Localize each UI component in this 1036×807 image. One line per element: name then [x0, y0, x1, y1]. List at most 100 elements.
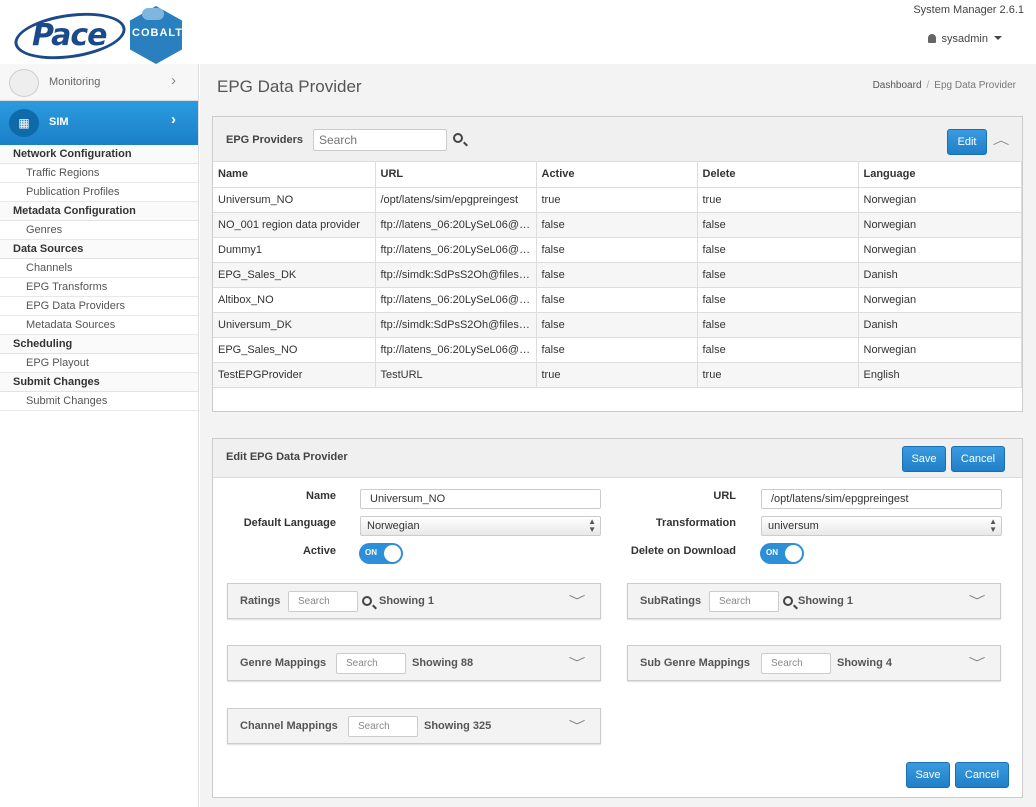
table-cell: Norwegian — [858, 287, 1022, 313]
table-cell: true — [697, 187, 859, 213]
table-row[interactable]: Universum_NO/opt/latens/sim/epgpreingest… — [213, 187, 1022, 213]
column-header[interactable]: Name — [213, 162, 376, 188]
table-row[interactable]: EPG_Sales_DK ftp://simdk:SdPsS2Oh@filesh.… — [213, 262, 1022, 288]
sidebar-item-epg-data-providers[interactable]: EPG Data Providers — [0, 297, 198, 316]
providers-header: EPG Providers Edit ︿ — [213, 117, 1022, 162]
table-cell: EPG_Sales_NO — [213, 337, 376, 363]
column-header[interactable]: Active — [536, 162, 698, 188]
table-cell: EPG_Sales_DK — [213, 262, 376, 288]
genre-count: Showing 88 — [412, 657, 474, 669]
nav-monitoring[interactable]: Monitoring › — [0, 64, 198, 101]
column-header[interactable]: Language — [858, 162, 1022, 188]
user-menu[interactable]: sysadmin — [927, 33, 1002, 45]
transformation-label: Transformation — [655, 517, 736, 529]
table-cell: false — [697, 287, 859, 313]
table-cell: Danish — [858, 312, 1022, 338]
genre-mappings-accordion[interactable]: Genre Mappings Search Showing 88 ﹀ — [227, 645, 601, 681]
table-cell: false — [536, 237, 698, 263]
edit-button[interactable]: Edit — [947, 129, 987, 155]
edit-header: Edit EPG Data Provider Save Cancel — [213, 439, 1022, 478]
table-row[interactable]: EPG_Sales_NO ftp://latens_06:20LySeL06@fi… — [213, 337, 1022, 363]
table-cell: Universum_DK — [213, 312, 376, 338]
header: Pace COBALT System Manager 2.6.1 sysadmi… — [0, 0, 1036, 66]
subgenre-search-input[interactable]: Search — [761, 653, 831, 674]
transformation-select[interactable]: universum ▲ ▼ — [761, 516, 1002, 536]
edit-title: Edit EPG Data Provider — [226, 451, 348, 463]
table-cell: NO_001 region data provider — [213, 212, 376, 238]
url-field[interactable]: /opt/latens/sim/epgpreingest — [761, 489, 1002, 509]
table-row[interactable]: NO_001 region data provider ftp://latens_… — [213, 212, 1022, 238]
sidebar-item-metadata-sources[interactable]: Metadata Sources — [0, 316, 198, 335]
table-row[interactable]: Altibox_NO ftp://latens_06:20LySeL06@fil.… — [213, 287, 1022, 313]
table-row[interactable]: Universum_DK ftp://simdk:SdPsS2Oh@filesh.… — [213, 312, 1022, 338]
sub-genre-mappings-accordion[interactable]: Sub Genre Mappings Search Showing 4 ﹀ — [627, 645, 1001, 681]
search-icon — [783, 596, 793, 606]
table-cell: ftp://latens_06:20LySeL06@fil... — [375, 287, 537, 313]
username: sysadmin — [941, 33, 988, 45]
sidebar-item-submit-changes[interactable]: Submit Changes — [0, 392, 198, 411]
ratings-accordion[interactable]: Ratings Search Showing 1 ﹀ — [227, 583, 601, 619]
save-button-bottom[interactable]: Save — [906, 762, 950, 788]
active-toggle-text: ON — [365, 548, 377, 557]
chevron-down-icon: ﹀ — [568, 656, 586, 670]
sidebar-item-epg-playout[interactable]: EPG Playout — [0, 354, 198, 373]
chevron-up-icon[interactable]: ︿ — [993, 131, 1010, 148]
table-cell: false — [536, 337, 698, 363]
subratings-accordion[interactable]: SubRatings Search Showing 1 ﹀ — [627, 583, 1001, 619]
chevron-right-icon: › — [171, 111, 176, 128]
cancel-button-bottom[interactable]: Cancel — [955, 762, 1009, 788]
column-header[interactable]: Delete — [697, 162, 859, 188]
channel-count: Showing 325 — [424, 720, 492, 732]
active-label: Active — [302, 545, 336, 557]
table-cell: false — [697, 312, 859, 338]
grid-icon: ▦ — [9, 109, 39, 137]
active-toggle[interactable]: ON — [359, 543, 403, 564]
column-header[interactable]: URL — [375, 162, 537, 188]
nav-sim[interactable]: ▦ SIM › — [0, 101, 198, 145]
search-icon[interactable] — [453, 133, 463, 143]
table-cell: ftp://simdk:SdPsS2Oh@filesh... — [375, 312, 537, 338]
ratings-search-input[interactable]: Search — [288, 591, 358, 612]
chevron-down-icon: ﹀ — [968, 594, 986, 608]
table-cell: true — [697, 362, 859, 388]
table-cell: false — [536, 287, 698, 313]
save-button[interactable]: Save — [902, 446, 946, 472]
genre-mappings-title: Genre Mappings — [240, 657, 327, 669]
transformation-value: universum — [768, 520, 819, 532]
caret-down-icon — [994, 36, 1002, 40]
providers-title: EPG Providers — [226, 134, 304, 146]
sidebar-item-publication-profiles[interactable]: Publication Profiles — [0, 183, 198, 202]
breadcrumb-dashboard[interactable]: Dashboard — [873, 80, 922, 91]
section-metadata-configuration: Metadata Configuration — [0, 202, 198, 221]
sidebar-item-epg-transforms[interactable]: EPG Transforms — [0, 278, 198, 297]
default-language-select[interactable]: Norwegian ▲ ▼ — [360, 516, 601, 536]
table-cell: true — [536, 187, 698, 213]
table-cell: false — [697, 212, 859, 238]
system-version: System Manager 2.6.1 — [913, 4, 1024, 16]
channel-mappings-accordion[interactable]: Channel Mappings Search Showing 325 ﹀ — [227, 708, 601, 744]
table-cell: ftp://latens_06:20LySeL06@fil... — [375, 337, 537, 363]
providers-search-input[interactable] — [313, 129, 447, 151]
cancel-button[interactable]: Cancel — [951, 446, 1005, 472]
table-cell: Danish — [858, 262, 1022, 288]
delete-on-download-toggle[interactable]: ON — [760, 543, 804, 564]
channel-search-input[interactable]: Search — [348, 716, 418, 737]
section-network-configuration: Network Configuration — [0, 145, 198, 164]
sidebar-item-traffic-regions[interactable]: Traffic Regions — [0, 164, 198, 183]
table-row[interactable]: TestEPGProvider TestURL true true English — [213, 362, 1022, 388]
section-submit-changes: Submit Changes — [0, 373, 198, 392]
breadcrumb: Dashboard / Epg Data Provider — [872, 80, 1016, 91]
name-label: Name — [306, 490, 336, 502]
sidebar: Monitoring › ▦ SIM › Network Configurati… — [0, 64, 199, 807]
table-cell: Norwegian — [858, 237, 1022, 263]
table-row[interactable]: Dummy1 ftp://latens_06:20LySeL06@fil... fa… — [213, 237, 1022, 263]
sidebar-item-channels[interactable]: Channels — [0, 259, 198, 278]
sidebar-item-genres[interactable]: Genres — [0, 221, 198, 240]
table-cell: Universum_NO — [213, 187, 376, 213]
monitor-icon — [9, 69, 39, 97]
sub-genre-mappings-title: Sub Genre Mappings — [640, 657, 751, 669]
subratings-search-input[interactable]: Search — [709, 591, 779, 612]
section-scheduling: Scheduling — [0, 335, 198, 354]
genre-search-input[interactable]: Search — [336, 653, 406, 674]
name-field[interactable]: Universum_NO — [360, 489, 601, 509]
